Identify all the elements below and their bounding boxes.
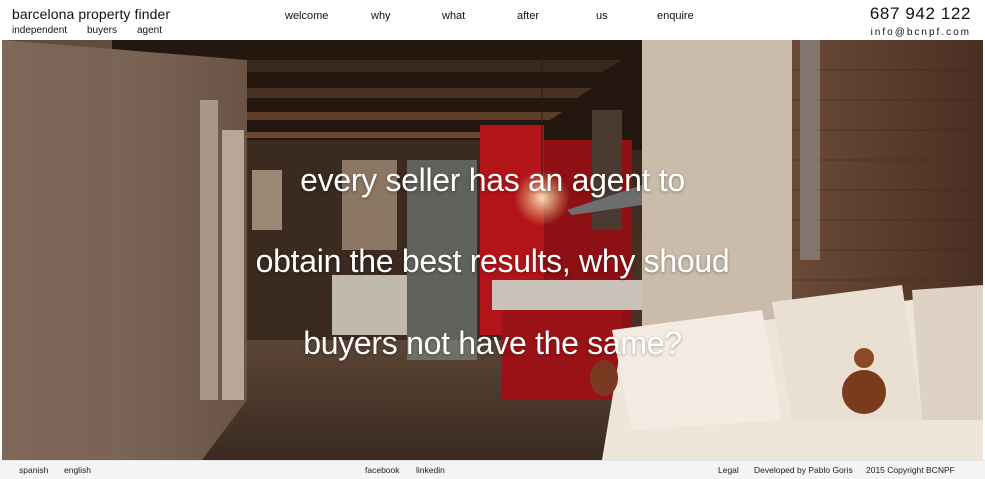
tagline-word: independent	[12, 25, 68, 36]
nav-link-after[interactable]: after	[517, 10, 539, 22]
developer-credit-link[interactable]: Developed by Pablo Goris	[754, 465, 853, 475]
hero-photo: every seller has an agent to obtain the …	[2, 40, 983, 460]
nav-link-welcome[interactable]: welcome	[285, 10, 328, 22]
phone-number[interactable]: 687 942 122	[870, 4, 971, 24]
nav-link-us[interactable]: us	[596, 10, 608, 22]
headline-line: buyers not have the same?	[303, 325, 682, 361]
hero-headline: every seller has an agent to obtain the …	[2, 40, 983, 460]
nav-link-enquire[interactable]: enquire	[657, 10, 694, 22]
nav-link-what[interactable]: what	[442, 10, 465, 22]
tagline-word: agent	[137, 25, 163, 36]
contact-info: 687 942 122 info@bcnpf.com	[870, 4, 971, 38]
tagline-word: buyers	[87, 25, 118, 36]
site-header: barcelona property finder independent bu…	[0, 0, 985, 40]
facebook-link[interactable]: facebook	[365, 465, 400, 475]
email-link[interactable]: info@bcnpf.com	[870, 27, 971, 38]
brand[interactable]: barcelona property finder independent bu…	[12, 6, 170, 36]
brand-tagline: independent buyers agent	[12, 25, 170, 36]
lang-spanish-link[interactable]: spanish	[19, 465, 48, 475]
headline-line: obtain the best results, why shoud	[255, 243, 730, 279]
copyright-text: 2015 Copyright BCNPF	[866, 465, 955, 475]
site-footer: spanish english facebook linkedin Legal …	[0, 460, 985, 479]
headline-line: every seller has an agent to	[300, 162, 685, 198]
linkedin-link[interactable]: linkedin	[416, 465, 445, 475]
brand-title[interactable]: barcelona property finder	[12, 6, 170, 22]
lang-english-link[interactable]: english	[64, 465, 91, 475]
nav-link-why[interactable]: why	[371, 10, 391, 22]
legal-link[interactable]: Legal	[718, 465, 739, 475]
